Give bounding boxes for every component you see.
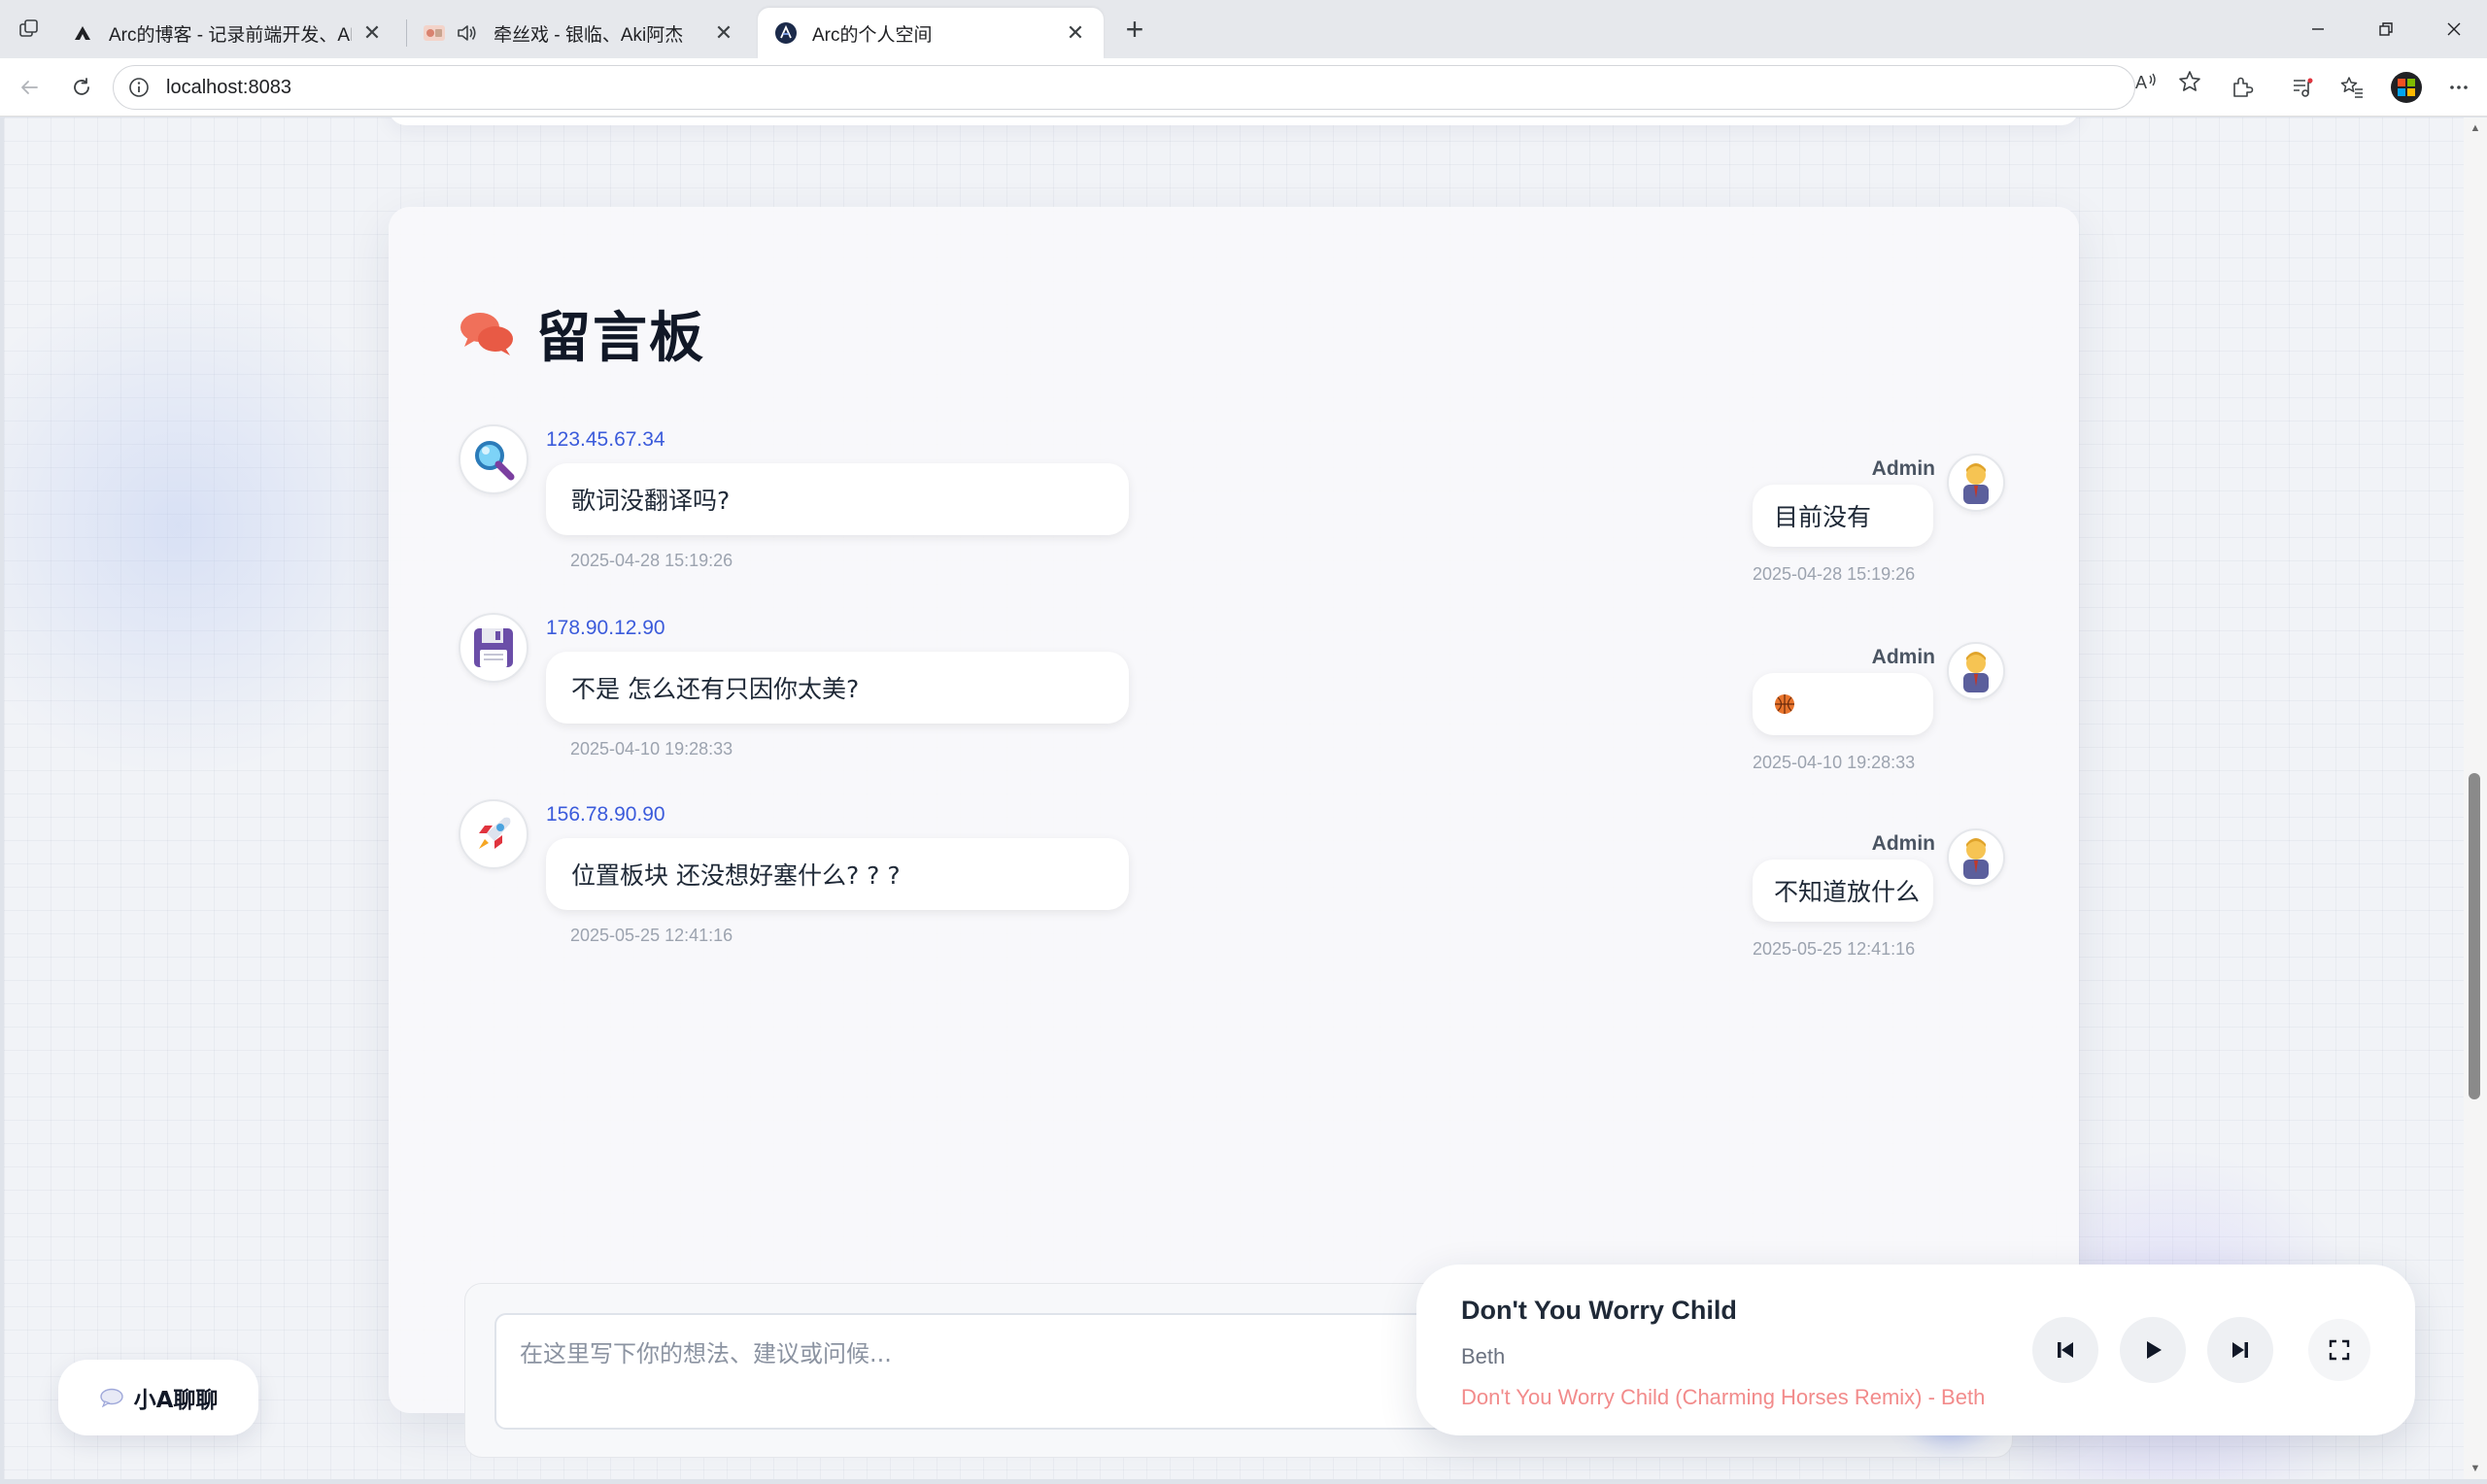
workspaces-icon[interactable] (14, 14, 45, 45)
lyric-line: Don't You Worry Child (Charming Horses R… (1461, 1385, 1986, 1409)
tab-title: 牵丝戏 - 银临、Aki阿杰 (494, 24, 684, 46)
reply-timestamp: 2025-04-10 19:28:33 (1753, 753, 1916, 772)
scroll-down-arrow[interactable]: ▼ (2468, 1461, 2483, 1476)
reply-bubble: 目前没有 (1753, 485, 1933, 547)
back-button[interactable] (12, 70, 47, 105)
sender-ip: 156.78.90.90 (546, 803, 665, 826)
site-logo-icon (773, 20, 799, 46)
sender-ip: 178.90.12.90 (546, 617, 665, 639)
basketball-icon (1774, 693, 1795, 715)
address-bar[interactable]: localhost:8083 (113, 65, 2135, 110)
more-menu-icon[interactable] (2442, 71, 2475, 104)
music-thumbnail-icon (422, 20, 447, 46)
comments-icon (460, 312, 513, 355)
expand-icon (2329, 1339, 2350, 1361)
play-button[interactable] (2120, 1317, 2186, 1383)
read-aloud-icon[interactable]: A (2133, 68, 2161, 95)
scroll-up-arrow[interactable]: ▲ (2468, 120, 2483, 136)
guestbook-title: 留言板 (536, 307, 705, 370)
favorites-icon[interactable] (2335, 71, 2368, 104)
floppy-disk-icon (459, 613, 528, 683)
reply-timestamp: 2025-04-28 15:19:26 (1753, 564, 1916, 584)
tab-title: Arc的博客 - 记录前端开发、AI探索 (109, 24, 352, 46)
scrollbar-thumb[interactable] (2469, 773, 2480, 1099)
song-title: Don't You Worry Child (1461, 1296, 1737, 1325)
magnifying-glass-icon (459, 424, 528, 494)
extensions-icon[interactable] (2225, 71, 2258, 104)
profile-avatar[interactable] (2390, 71, 2423, 104)
tab-strip: Arc的博客 - 记录前端开发、AI探索 ✕ 牵丝戏 - 银临、Aki阿杰 ✕ … (0, 0, 2487, 58)
guestbook-card: 留言板 123.45.67.34 歌词没翻译吗? 2025-04-28 15:1… (389, 207, 2079, 1458)
speech-bubble-icon (99, 1388, 123, 1407)
close-window-button[interactable] (2425, 10, 2483, 49)
sender-ip: 123.45.67.34 (546, 428, 665, 451)
tab-personal-space[interactable]: Arc的个人空间 ✕ (758, 8, 1104, 58)
minimize-button[interactable] (2289, 10, 2347, 49)
reply-timestamp: 2025-05-25 12:41:16 (1753, 939, 1916, 959)
play-icon (2147, 1341, 2162, 1359)
guestbook-header: 留言板 (459, 294, 705, 373)
new-tab-button[interactable]: + (1117, 12, 1152, 47)
tab-title: Arc的个人空间 (812, 24, 933, 46)
tab-music[interactable]: 牵丝戏 - 银临、Aki阿杰 ✕ (406, 8, 752, 58)
close-tab-icon[interactable]: ✕ (359, 20, 385, 46)
url-text: localhost:8083 (166, 76, 291, 98)
favorite-star-icon[interactable] (2176, 68, 2203, 95)
close-tab-icon[interactable]: ✕ (711, 20, 736, 46)
message-bubble: 歌词没翻译吗? (546, 463, 1129, 535)
svg-text:A: A (2135, 73, 2147, 92)
message-timestamp: 2025-05-25 12:41:16 (570, 926, 733, 945)
chat-button-label: 小A聊聊 (133, 1388, 219, 1413)
music-player: Don't You Worry Child Beth Don't You Wor… (1416, 1265, 2415, 1435)
site-info-icon[interactable] (127, 76, 151, 99)
fullscreen-button[interactable] (2308, 1319, 2370, 1381)
media-control-icon[interactable] (2285, 71, 2318, 104)
background-glow (4, 273, 431, 778)
song-artist: Beth (1461, 1344, 1506, 1368)
skip-back-icon (2058, 1342, 2073, 1358)
refresh-button[interactable] (64, 70, 99, 105)
reply-bubble (1753, 673, 1933, 735)
speaker-icon[interactable] (455, 20, 480, 46)
reply-author: Admin (1871, 457, 1935, 480)
previous-section-card (389, 118, 2079, 125)
message-bubble: 不是 怎么还有只因你太美? (546, 652, 1129, 724)
skip-forward-icon (2232, 1342, 2248, 1358)
ai-chat-button[interactable]: 小A聊聊 (58, 1360, 258, 1435)
restore-button[interactable] (2357, 10, 2415, 49)
message-bubble: 位置板块 还没想好塞什么? ? ? (546, 838, 1129, 910)
reply-author: Admin (1871, 646, 1935, 668)
tab-blog[interactable]: Arc的博客 - 记录前端开发、AI探索 ✕ (54, 8, 400, 58)
rocket-icon (459, 799, 528, 869)
previous-track-button[interactable] (2032, 1317, 2098, 1383)
next-track-button[interactable] (2207, 1317, 2273, 1383)
browser-toolbar: localhost:8083 A (0, 58, 2487, 117)
admin-avatar-icon (1947, 828, 2005, 887)
close-tab-icon[interactable]: ✕ (1063, 20, 1088, 46)
reply-bubble: 不知道放什么 (1753, 860, 1933, 922)
message-timestamp: 2025-04-10 19:28:33 (570, 739, 733, 759)
admin-avatar-icon (1947, 642, 2005, 700)
reply-author: Admin (1871, 832, 1935, 855)
message-timestamp: 2025-04-28 15:19:26 (570, 551, 733, 570)
admin-avatar-icon (1947, 454, 2005, 512)
arc-logo-icon (70, 20, 95, 46)
